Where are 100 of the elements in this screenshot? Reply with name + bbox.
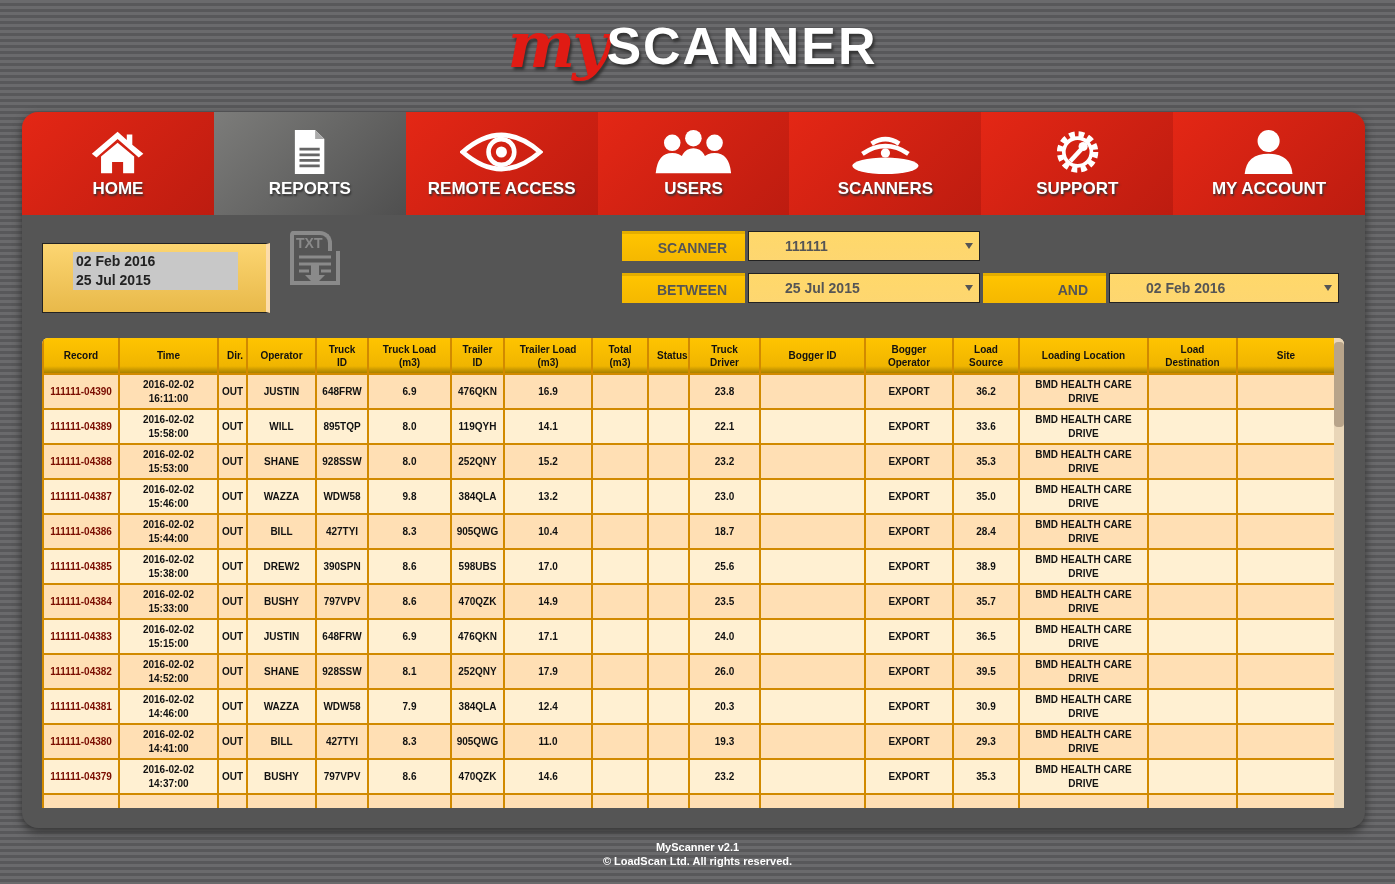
column-header: Operator <box>247 338 316 374</box>
table-cell: WAZZA <box>247 479 316 514</box>
nav-tab[interactable]: REPORTS <box>213 112 406 215</box>
table-cell: 476QKN <box>451 619 504 654</box>
column-header: Load Destination <box>1148 338 1237 374</box>
table-cell: 470QZK <box>451 759 504 794</box>
table-cell: BILL <box>247 724 316 759</box>
column-header: Load Source <box>953 338 1019 374</box>
table-cell: 9.8 <box>368 479 451 514</box>
table-cell: 23.2 <box>689 444 760 479</box>
table-cell: 111111-04382 <box>43 654 119 689</box>
table-cell: EXPORT <box>865 654 953 689</box>
table-cell: 15.2 <box>504 444 592 479</box>
scanner-dropdown[interactable]: 111111 <box>748 231 980 261</box>
footer-text: MyScanner v2.1 <box>655 840 740 854</box>
end-date-dropdown[interactable]: 02 Feb 2016 <box>1109 273 1339 303</box>
table-cell: 11.0 <box>504 724 592 759</box>
table-cell: BMD HEALTH CARE DRIVE <box>1019 479 1148 514</box>
table-cell: 8.6 <box>368 549 451 584</box>
table-cell: BILL <box>247 514 316 549</box>
table-cell: 35.7 <box>953 584 1019 619</box>
date-text: 02 Feb 2016 <box>75 252 157 271</box>
table-cell: 2016-02-02 15:44:00 <box>119 514 218 549</box>
table-cell: EXPORT <box>865 444 953 479</box>
column-header: Site <box>1237 338 1335 374</box>
table-cell: 252QNY <box>451 444 504 479</box>
download-document-icon <box>290 249 340 287</box>
table-cell: 30.9 <box>953 689 1019 724</box>
table-cell: 17.1 <box>504 619 592 654</box>
table-cell: EXPORT <box>865 759 953 794</box>
column-header: Truck ID <box>316 338 368 374</box>
column-header: Loading Location <box>1019 338 1148 374</box>
table-cell: 22.1 <box>689 409 760 444</box>
table-cell: 28.4 <box>953 514 1019 549</box>
table-cell: EXPORT <box>865 514 953 549</box>
table-cell: JUSTIN <box>247 619 316 654</box>
table-cell: 2016-02-02 15:58:00 <box>119 409 218 444</box>
table-cell: 390SPN <box>316 549 368 584</box>
table-cell: SHANE <box>247 654 316 689</box>
nav-tab[interactable]: HOME <box>22 112 214 215</box>
table-cell: EXPORT <box>865 619 953 654</box>
table-cell: BMD HEALTH CARE DRIVE <box>1019 619 1148 654</box>
nav-tab[interactable]: SUPPORT <box>981 112 1174 215</box>
table-cell: 25.6 <box>689 549 760 584</box>
table-cell: 35.3 <box>953 444 1019 479</box>
table-cell: BUSHY <box>247 584 316 619</box>
table-cell: DREW2 <box>247 549 316 584</box>
table-cell: BUSHY <box>247 759 316 794</box>
table-cell: 23.0 <box>689 479 760 514</box>
table-cell: EXPORT <box>865 689 953 724</box>
table-cell: 111111-04383 <box>43 619 119 654</box>
table-cell: 8.0 <box>368 409 451 444</box>
table-cell: 20.3 <box>689 689 760 724</box>
and-label: AND <box>983 273 1106 303</box>
table-cell: WILL <box>247 409 316 444</box>
column-header: Truck Load (m3) <box>368 338 451 374</box>
table-cell: 14.9 <box>504 584 592 619</box>
table-cell: 33.6 <box>953 409 1019 444</box>
table-cell: 17.9 <box>504 654 592 689</box>
table-cell: 648FRW <box>316 374 368 409</box>
nav-tab[interactable]: USERS <box>597 112 790 215</box>
table-cell: EXPORT <box>865 549 953 584</box>
table-cell: BMD HEALTH CARE DRIVE <box>1019 689 1148 724</box>
table-cell: 252QNY <box>451 654 504 689</box>
table-cell: 23.5 <box>689 584 760 619</box>
nav-tab[interactable]: SCANNERS <box>789 112 982 215</box>
table-cell: JUSTIN <box>247 374 316 409</box>
table-cell: 111111-04380 <box>43 724 119 759</box>
table-cell: 8.3 <box>368 514 451 549</box>
footer-text: © LoadScan Ltd. All rights reserved. <box>602 854 793 868</box>
table-cell: BMD HEALTH CARE DRIVE <box>1019 444 1148 479</box>
caret-icon <box>1324 285 1332 291</box>
table-cell: 17.0 <box>504 549 592 584</box>
table-cell: 427TYI <box>316 724 368 759</box>
start-date-dropdown[interactable]: 25 Jul 2015 <box>748 273 980 303</box>
table-cell: 35.0 <box>953 479 1019 514</box>
table-cell: WAZZA <box>247 689 316 724</box>
table-cell: 2016-02-02 14:46:00 <box>119 689 218 724</box>
table-cell: 2016-02-02 15:15:00 <box>119 619 218 654</box>
table-cell: 24.0 <box>689 619 760 654</box>
table-cell: 2016-02-02 15:53:00 <box>119 444 218 479</box>
nav-tab[interactable]: REMOTE ACCESS <box>405 112 598 215</box>
table-cell: 470QZK <box>451 584 504 619</box>
table-cell: 36.5 <box>953 619 1019 654</box>
table-cell: BMD HEALTH CARE DRIVE <box>1019 514 1148 549</box>
table-cell: 16.9 <box>504 374 592 409</box>
table-cell: WDW58 <box>316 689 368 724</box>
table-cell: BMD HEALTH CARE DRIVE <box>1019 759 1148 794</box>
table-cell: 427TYI <box>316 514 368 549</box>
column-header: Bogger Operator <box>865 338 953 374</box>
table-cell: 111111-04390 <box>43 374 119 409</box>
table-cell: 111111-04389 <box>43 409 119 444</box>
table-cell: 14.6 <box>504 759 592 794</box>
table-cell: 2016-02-02 15:38:00 <box>119 549 218 584</box>
table-cell: 6.9 <box>368 374 451 409</box>
table-cell: 2016-02-02 14:37:00 <box>119 759 218 794</box>
nav-tab[interactable]: MY ACCOUNT <box>1173 112 1365 215</box>
table-cell: 38.9 <box>953 549 1019 584</box>
between-label: BETWEEN <box>622 273 745 303</box>
scrollbar[interactable] <box>1334 338 1344 808</box>
